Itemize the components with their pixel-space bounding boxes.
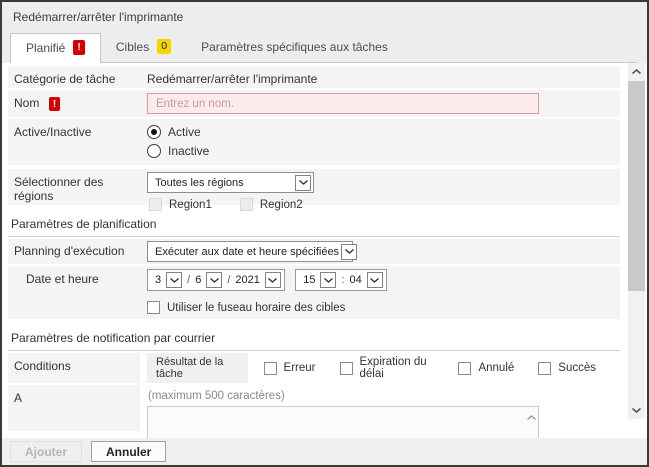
chevron-up-icon[interactable] [527,415,536,420]
scroll-up-button[interactable] [628,63,645,80]
task-dialog: Redémarrer/arrêter l'imprimante Planifié… [0,0,649,467]
radio-option-inactive[interactable]: Inactive [147,144,620,158]
radio-option-active[interactable]: Active [147,125,620,139]
tab-label: Paramètres spécifiques aux tâches [201,40,388,54]
vertical-scrollbar[interactable] [628,63,645,419]
date-select-group: 3 / 6 / [147,269,285,291]
checkbox-label: Erreur [284,362,316,374]
section-planning: Paramètres de planification [8,207,620,237]
radio-label: Inactive [168,144,209,158]
annule-checkbox[interactable] [458,362,471,375]
minute-select[interactable]: 04 [350,272,383,288]
error-badge-icon: ! [73,40,85,55]
chevron-down-icon [320,272,336,288]
chevron-down-icon [206,272,222,288]
to-hint: (maximum 500 caractères) [147,385,620,406]
radio-button-icon[interactable] [147,125,161,139]
to-textarea[interactable] [147,406,539,438]
row-category: Catégorie de tâche Redémarrer/arrêter l'… [8,66,620,88]
condition-erreur[interactable]: Erreur [264,362,316,375]
name-label: Nom [14,96,39,110]
condition-expiration[interactable]: Expiration du délai [340,356,435,380]
required-badge-icon: ! [49,97,61,111]
dialog-header: Redémarrer/arrêter l'imprimante Planifié… [2,2,647,63]
category-label: Catégorie de tâche [8,66,140,88]
time-separator: : [336,274,349,286]
dialog-footer: Ajouter Annuler [2,438,647,465]
time-select-group: 15 : 04 [295,269,387,291]
erreur-checkbox[interactable] [264,362,277,375]
date-separator: / [182,274,195,286]
radio-button-icon[interactable] [147,144,161,158]
scrollbar-track[interactable] [628,80,645,402]
checkbox-label: Utiliser le fuseau horaire des cibles [167,302,345,314]
expiration-checkbox[interactable] [340,362,353,375]
tab-label: Planifié [26,41,65,55]
name-input[interactable] [147,93,539,114]
chevron-up-icon [632,69,641,74]
chevron-down-icon [341,244,357,260]
timezone-option[interactable]: Utiliser le fuseau horaire des cibles [147,301,345,314]
row-name: Nom ! [8,90,620,117]
add-button[interactable]: Ajouter [10,441,82,462]
region1-checkbox[interactable] [149,198,162,211]
checkbox-label: Expiration du délai [360,356,435,380]
row-active-inactive: Active/Inactive Active Inactive [8,119,620,165]
scroll-down-button[interactable] [628,402,645,419]
succes-checkbox[interactable] [538,362,551,375]
conditions-label: Conditions [8,353,140,383]
datetime-label: Date et heure [8,266,140,319]
section-notification: Paramètres de notification par courrier [8,321,620,351]
active-inactive-label: Active/Inactive [8,119,140,165]
day-select[interactable]: 6 [195,272,222,288]
cancel-button[interactable]: Annuler [91,441,166,462]
checkbox-label: Annulé [478,362,514,374]
schedule-select[interactable]: Exécuter aux date et heure spécifiées [147,241,353,262]
tab-parametres-specifiques[interactable]: Paramètres spécifiques aux tâches [186,34,403,62]
checkbox-label: Region1 [169,199,212,211]
form-scroll-area: Catégorie de tâche Redémarrer/arrêter l'… [2,63,647,438]
regions-label: Sélectionner des régions [8,169,140,205]
year-select[interactable]: 2021 [235,272,280,288]
chevron-down-icon [265,272,281,288]
to-label: A [8,385,140,431]
chevron-down-icon [295,175,311,191]
chevron-down-icon [166,272,182,288]
row-conditions: Conditions Résultat de la tâche Erreur E… [8,353,620,383]
row-schedule: Planning d'exécution Exécuter aux date e… [8,239,620,264]
schedule-label: Planning d'exécution [8,239,140,264]
month-select[interactable]: 3 [155,272,182,288]
row-to: A (maximum 500 caractères) [8,385,620,431]
category-value: Redémarrer/arrêter l'imprimante [140,66,620,88]
regions-select-value: Toutes les régions [155,177,244,189]
regions-select[interactable]: Toutes les régions [147,172,314,193]
hour-select[interactable]: 15 [303,272,336,288]
checkbox-label: Region2 [260,199,303,211]
scrollbar-thumb[interactable] [628,81,645,291]
dialog-title: Redémarrer/arrêter l'imprimante [10,10,637,24]
tab-bar: Planifié ! Cibles 0 Paramètres spécifiqu… [10,33,637,63]
region2-checkbox[interactable] [240,198,253,211]
tab-cibles[interactable]: Cibles 0 [101,33,186,62]
task-result-label: Résultat de la tâche [147,353,248,383]
row-datetime: Date et heure 3 / 6 [8,266,620,319]
warning-badge-icon: 0 [157,39,171,54]
condition-succes[interactable]: Succès [538,362,596,375]
radio-label: Active [168,125,201,139]
chevron-down-icon [367,272,383,288]
condition-annule[interactable]: Annulé [458,362,514,375]
region2-option[interactable]: Region2 [240,198,303,211]
schedule-select-value: Exécuter aux date et heure spécifiées [155,246,339,258]
chevron-down-icon [632,408,641,413]
region1-option[interactable]: Region1 [149,198,212,211]
tab-planifie[interactable]: Planifié ! [10,33,101,63]
date-separator: / [222,274,235,286]
row-regions: Sélectionner des régions Toutes les régi… [8,169,620,205]
tab-label: Cibles [116,40,149,54]
checkbox-label: Succès [558,362,596,374]
timezone-checkbox[interactable] [147,301,160,314]
